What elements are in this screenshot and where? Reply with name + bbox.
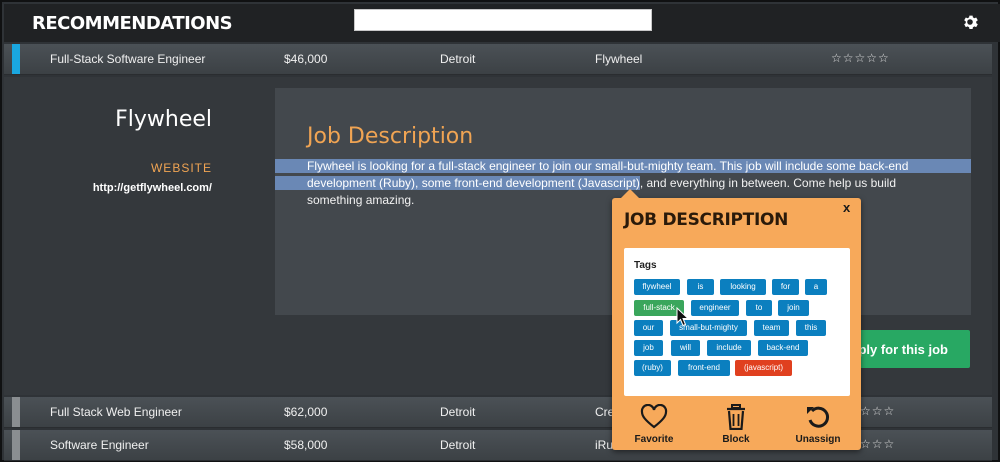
tag-chip[interactable]: engineer [691, 300, 739, 316]
tag-chip[interactable]: (ruby) [634, 360, 671, 376]
description-heading: Job Description [307, 124, 474, 149]
unassign-button[interactable]: Unassign [788, 404, 848, 445]
top-bar: RECOMMENDATIONS [4, 4, 1000, 42]
page-title: RECOMMENDATIONS [32, 13, 233, 34]
tag-chip[interactable]: back-end [758, 340, 808, 356]
tag-chip[interactable]: is [687, 279, 714, 295]
job-title: Full-Stack Software Engineer [50, 52, 206, 66]
job-title: Full Stack Web Engineer [50, 405, 182, 419]
job-city: Detroit [440, 52, 476, 66]
job-city: Detroit [440, 438, 476, 452]
tag-chip[interactable]: team [754, 320, 789, 336]
row-accent [12, 430, 20, 460]
tag-chip[interactable]: our [634, 320, 663, 336]
tags-label: Tags [634, 260, 657, 271]
block-label: Block [722, 434, 750, 445]
tag-chip[interactable]: looking [720, 279, 766, 295]
job-title: Software Engineer [50, 438, 149, 452]
trash-icon [727, 404, 745, 430]
tag-chip[interactable]: flywheel [634, 279, 680, 295]
job-city: Detroit [440, 405, 476, 419]
gear-icon[interactable] [962, 14, 978, 30]
job-salary: $62,000 [284, 405, 328, 419]
search-input[interactable] [354, 9, 652, 31]
tag-chip[interactable]: job [634, 340, 663, 356]
favorite-label: Favorite [634, 434, 674, 445]
undo-icon [807, 406, 830, 428]
close-icon[interactable]: x [843, 200, 850, 215]
popup-title: JOB DESCRIPTION [624, 210, 789, 230]
row-accent [12, 397, 20, 427]
tag-chip[interactable]: to [746, 300, 772, 316]
job-salary: $46,000 [284, 52, 328, 66]
favorite-button[interactable]: Favorite [624, 404, 684, 445]
apply-button[interactable]: ply for this job [850, 330, 970, 368]
popup-arrow [621, 189, 639, 198]
tag-chip[interactable]: join [778, 300, 809, 316]
tag-chip[interactable]: will [671, 340, 700, 356]
company-name: Flywheel [115, 107, 212, 132]
tag-chip[interactable]: this [796, 320, 826, 336]
mouse-cursor-icon [676, 307, 690, 327]
star-rating[interactable]: ☆☆☆ [860, 437, 895, 451]
tags-card: Tags flywheel is looking for a full-stac… [624, 248, 850, 396]
heart-icon [640, 404, 668, 429]
tag-chip-highlighted[interactable]: (javascript) [735, 360, 792, 376]
tag-chip[interactable]: a [805, 279, 827, 295]
tag-chip[interactable]: include [707, 340, 751, 356]
row-accent [12, 44, 20, 74]
job-company: Flywheel [595, 52, 643, 66]
unassign-label: Unassign [795, 434, 841, 445]
job-company: iRu [595, 438, 614, 452]
tag-chip[interactable]: front-end [678, 360, 730, 376]
job-description-popup: JOB DESCRIPTION x Tags flywheel is looki… [612, 189, 861, 450]
app-window: RECOMMENDATIONS Full-Stack Software Engi… [0, 0, 1000, 462]
website-link[interactable]: http://getflywheel.com/ [4, 182, 212, 194]
job-row-active[interactable]: Full-Stack Software Engineer $46,000 Det… [4, 44, 992, 75]
star-rating[interactable]: ☆☆☆☆☆ [831, 51, 890, 65]
website-label: WEBSITE [150, 161, 212, 175]
block-button[interactable]: Block [706, 404, 766, 445]
star-rating[interactable]: ☆☆☆ [860, 404, 895, 418]
job-salary: $58,000 [284, 438, 328, 452]
tag-chip[interactable]: for [772, 279, 799, 295]
